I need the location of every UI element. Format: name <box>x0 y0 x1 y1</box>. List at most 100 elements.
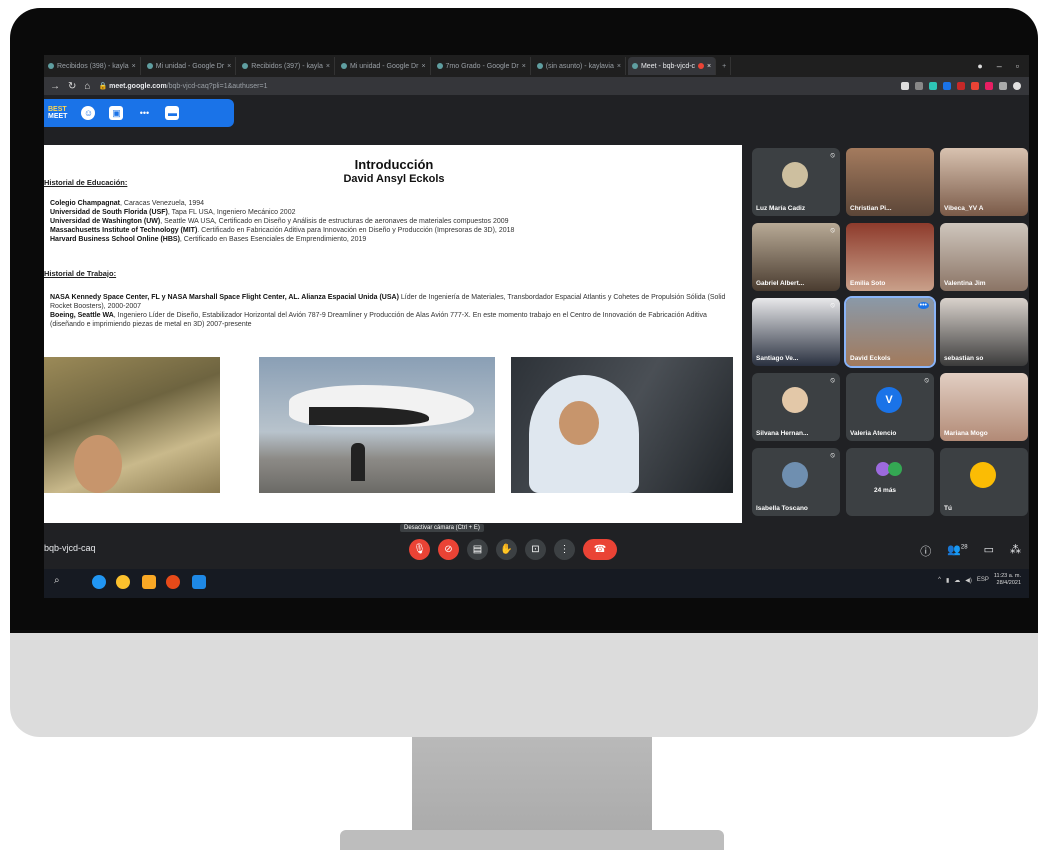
extension-toolbar: BEST MEET ☺ ▣ ••• ▬ <box>44 95 1029 131</box>
participant-tile[interactable]: Christian Pi... <box>846 148 934 216</box>
presentation-slide: Introducción David Ansyl Eckols Historia… <box>44 145 742 523</box>
more-icon[interactable]: ••• <box>137 106 151 120</box>
edge-icon[interactable] <box>92 575 106 589</box>
work-item: NASA Kennedy Space Center, FL y NASA Mar… <box>50 294 726 310</box>
slide-title: Introducción David Ansyl Eckols <box>244 157 544 187</box>
participant-tile[interactable]: ⦸ Gabriel Albert... <box>752 223 840 291</box>
participant-tile-speaking[interactable]: ••• David Eckols <box>844 296 936 368</box>
cloud-icon[interactable]: ☁ <box>954 577 960 584</box>
browser-tab-active[interactable]: Meet - bqb-vjcd-c × <box>627 57 717 75</box>
participant-tile[interactable]: Mariana Mogo <box>940 373 1028 441</box>
tray-arrow-icon[interactable]: ^ <box>938 577 941 583</box>
star-icon[interactable] <box>915 82 923 90</box>
mic-off-icon: ⦸ <box>830 227 835 234</box>
work-heading: Historial de Trabajo: <box>44 269 117 278</box>
extension-icon[interactable] <box>957 82 965 90</box>
participant-name: Luz María Cadiz <box>756 205 806 212</box>
extension-icon[interactable] <box>985 82 993 90</box>
more-participants-tile[interactable]: 24 más <box>846 448 934 516</box>
education-item: Harvard Business School Online (HBS), Ce… <box>50 236 367 243</box>
education-item: Massachusetts Institute of Technology (M… <box>50 227 515 234</box>
activities-icon[interactable]: ⁂ <box>1010 543 1021 559</box>
participant-tile[interactable]: Vibeca_YV A <box>940 148 1028 216</box>
browser-tab[interactable]: 7mo Grado - Google Dr × <box>433 57 531 75</box>
participant-tile[interactable]: ⦸ Isabella Toscano <box>752 448 840 516</box>
clock[interactable]: 11:23 a. m. 28/4/2021 <box>994 573 1021 587</box>
present-icon[interactable]: ▣ <box>109 106 124 120</box>
meet-icon <box>631 63 638 69</box>
participant-tile[interactable]: Valentina Jim <box>940 223 1028 291</box>
new-tab-button[interactable]: + <box>718 57 732 75</box>
browser-tab[interactable]: (sin asunto) - kaylavia × <box>533 57 626 75</box>
language-indicator[interactable]: ESP <box>977 577 989 583</box>
monitor-screen: Recibidos (398) - kayla × Mi unidad - Go… <box>44 55 1029 598</box>
reload-icon[interactable]: ↻ <box>68 81 76 92</box>
participant-name: Vibeca_YV A <box>944 205 984 212</box>
avatar[interactable] <box>1013 82 1021 90</box>
chrome-icon[interactable] <box>116 575 130 589</box>
tab-strip: Recibidos (398) - kayla × Mi unidad - Go… <box>44 55 1029 77</box>
participant-name: Valeria Atencio <box>850 430 897 437</box>
participant-name: Mariana Mogo <box>944 430 988 437</box>
participant-tile[interactable]: ⦸ Silvana Hernan... <box>752 373 840 441</box>
participant-name: Isabella Toscano <box>756 505 808 512</box>
monitor-stand <box>412 737 652 845</box>
leave-call-button[interactable]: ☎ <box>583 539 617 560</box>
chat-icon[interactable]: ▭ <box>984 543 994 559</box>
participant-name: Silvana Hernan... <box>756 430 809 437</box>
volume-icon[interactable]: ◀) <box>965 577 972 584</box>
extension-icon[interactable] <box>929 82 937 90</box>
education-item: Universidad de Washington (UW), Seattle … <box>50 218 509 225</box>
clock-date: 28/4/2021 <box>996 580 1021 586</box>
info-icon[interactable]: ⓘ <box>920 543 931 559</box>
browser-tab[interactable]: Mi unidad - Google Dr × <box>143 57 237 75</box>
url-path: /bqb-vjcd-caq?pli=1&authuser=1 <box>166 83 268 90</box>
more-options-button[interactable]: ⋮ <box>554 539 575 560</box>
camera-off-button[interactable]: ⊘ <box>438 539 459 560</box>
home-icon[interactable]: ⌂ <box>84 81 90 92</box>
emoji-icon[interactable]: ☺ <box>81 106 96 120</box>
browser-tab[interactable]: Mi unidad - Google Dr × <box>337 57 431 75</box>
participant-tile[interactable]: ⦸ Santiago Ve... <box>752 298 840 366</box>
extension-icon[interactable] <box>971 82 979 90</box>
drive-icon <box>436 63 443 69</box>
store-icon[interactable] <box>192 575 206 589</box>
minimize-icon[interactable]: – <box>997 61 1002 71</box>
monitor-chin <box>10 633 1038 737</box>
url-field[interactable]: 🔒 meet.google.com/bqb-vjcd-caq?pli=1&aut… <box>98 82 267 90</box>
mic-off-icon: ⦸ <box>830 377 835 384</box>
puzzle-icon[interactable] <box>999 82 1007 90</box>
search-icon[interactable]: ⌕ <box>54 575 68 589</box>
raise-hand-button[interactable]: ✋ <box>496 539 517 560</box>
captions-button[interactable]: ▤ <box>467 539 488 560</box>
browser-tab[interactable]: Recibidos (397) - kayla × <box>238 57 335 75</box>
participant-name: sebastian so <box>944 355 984 362</box>
mic-off-button[interactable]: 🎙 <box>409 539 430 560</box>
firefox-icon[interactable] <box>166 575 180 589</box>
folder-icon[interactable] <box>142 575 156 589</box>
participant-tile[interactable]: Emilia Soto <box>846 223 934 291</box>
participant-name: Santiago Ve... <box>756 355 799 362</box>
self-tile[interactable]: Tú <box>940 448 1028 516</box>
window-controls: ● – ▫ <box>977 61 1029 71</box>
address-bar: → ↻ ⌂ 🔒 meet.google.com/bqb-vjcd-caq?pli… <box>44 77 1029 95</box>
drive-icon <box>146 63 153 69</box>
forward-icon[interactable]: → <box>50 81 60 92</box>
participant-tile[interactable]: V ⦸ Valeria Atencio <box>846 373 934 441</box>
present-button[interactable]: ⊡ <box>525 539 546 560</box>
people-icon[interactable]: 👥28 <box>947 543 967 559</box>
browser-tab[interactable]: Recibidos (398) - kayla × <box>44 57 141 75</box>
extension-icon[interactable] <box>943 82 951 90</box>
camera-icon[interactable] <box>901 82 909 90</box>
participant-tile[interactable]: ⦸ Luz María Cadiz <box>752 148 840 216</box>
space-shuttle-photo <box>259 357 495 493</box>
recording-icon <box>698 63 705 69</box>
profile-icon[interactable]: ● <box>977 61 982 71</box>
participant-tile[interactable]: sebastian so <box>940 298 1028 366</box>
maximize-icon[interactable]: ▫ <box>1016 61 1019 71</box>
mic-off-icon: ⦸ <box>830 452 835 459</box>
participant-name: Emilia Soto <box>850 280 886 287</box>
chat-icon[interactable]: ▬ <box>165 106 180 120</box>
network-icon[interactable]: ▮ <box>946 577 949 584</box>
tab-label: Mi unidad - Google Dr <box>155 62 225 70</box>
